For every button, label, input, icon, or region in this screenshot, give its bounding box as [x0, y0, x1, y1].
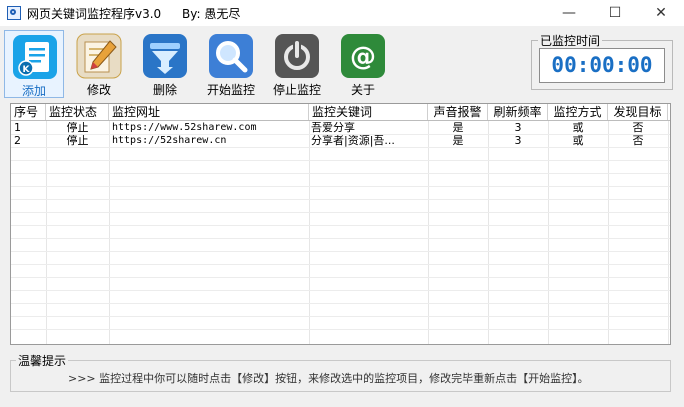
cell-refresh-rate: 3: [514, 122, 522, 134]
about-button-label: 关于: [350, 83, 375, 97]
cell-sound-alarm: 是: [452, 135, 464, 147]
cell-index: 1: [14, 122, 21, 134]
close-button[interactable]: ✕: [638, 0, 684, 26]
cell-keywords: 分享者|资源|吾...: [311, 135, 395, 147]
column-header-index[interactable]: 序号: [11, 104, 46, 120]
cell-keywords: 吾爱分享: [311, 122, 355, 134]
column-header-monitor-mode[interactable]: 监控方式: [548, 104, 608, 120]
start-monitor-button[interactable]: 开始监控: [201, 30, 261, 98]
at-sign-icon: @: [341, 34, 385, 78]
column-header-url[interactable]: 监控网址: [109, 104, 309, 120]
cell-refresh-rate: 3: [514, 135, 522, 147]
table-header: 序号 监控状态 监控网址 监控关键词 声音报警 刷新频率 监控方式 发现目标: [11, 104, 670, 121]
start-monitor-button-label: 开始监控: [206, 83, 255, 97]
svg-text:K: K: [23, 65, 31, 75]
cell-url: https://www.52sharew.com: [112, 122, 257, 133]
add-button[interactable]: K 添加: [4, 30, 64, 98]
table-row[interactable]: 2 停止 https://52sharew.cn 分享者|资源|吾... 是 3…: [11, 135, 670, 147]
delete-button-label: 删除: [152, 83, 177, 97]
maximize-button[interactable]: ☐: [592, 0, 638, 26]
stop-monitor-button-label: 停止监控: [272, 83, 321, 97]
table-row[interactable]: 1 停止 https://www.52sharew.com 吾爱分享 是 3 或…: [11, 122, 670, 134]
column-header-refresh-rate[interactable]: 刷新频率: [488, 104, 548, 120]
cell-target-found: 否: [632, 135, 644, 147]
column-header-sound-alarm[interactable]: 声音报警: [428, 104, 488, 120]
edit-button-label: 修改: [86, 83, 111, 97]
column-header-keywords[interactable]: 监控关键词: [309, 104, 428, 120]
add-button-label: 添加: [21, 84, 46, 98]
timer-title: 已监控时间: [538, 32, 603, 49]
minimize-button[interactable]: —: [546, 0, 592, 26]
timer-display: 00:00:00: [539, 48, 665, 83]
column-header-target-found[interactable]: 发现目标: [608, 104, 668, 120]
search-magnifier-icon: [209, 34, 253, 78]
stop-monitor-button[interactable]: 停止监控: [267, 30, 327, 98]
cell-status: 停止: [66, 122, 89, 134]
app-search-icon: [7, 6, 21, 20]
cell-sound-alarm: 是: [452, 122, 464, 134]
about-button[interactable]: @ 关于: [333, 30, 393, 98]
author-label: By: 愚无尽: [182, 7, 241, 21]
tips-title: 温馨提示: [16, 352, 69, 369]
monitor-table[interactable]: 序号 监控状态 监控网址 监控关键词 声音报警 刷新频率 监控方式 发现目标 1…: [10, 103, 671, 345]
add-list-icon: K: [13, 35, 57, 79]
cell-monitor-mode: 或: [572, 135, 584, 147]
edit-button[interactable]: 修改: [69, 30, 129, 98]
edit-pencil-icon: [76, 33, 122, 79]
cell-target-found: 否: [632, 122, 644, 134]
delete-button[interactable]: 删除: [135, 30, 195, 98]
cell-monitor-mode: 或: [572, 122, 584, 134]
cell-index: 2: [14, 135, 21, 147]
svg-text:@: @: [350, 42, 376, 72]
delete-funnel-icon: [143, 34, 187, 78]
power-icon: [275, 34, 319, 78]
cell-url: https://52sharew.cn: [112, 135, 227, 146]
cell-status: 停止: [66, 135, 89, 147]
tips-text: >>> 监控过程中你可以随时点击【修改】按钮，来修改选中的监控项目，修改完毕重新…: [68, 372, 589, 385]
title-bar: 网页关键词监控程序v3.0 By: 愚无尽 — ☐ ✕: [0, 0, 684, 26]
column-header-status[interactable]: 监控状态: [46, 104, 109, 120]
window-title: 网页关键词监控程序v3.0: [27, 7, 162, 21]
